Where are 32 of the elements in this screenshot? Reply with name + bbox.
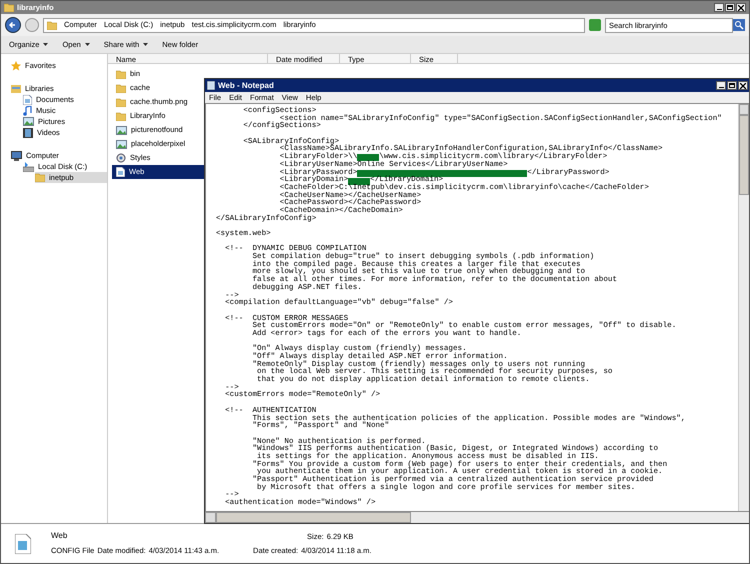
document-icon bbox=[23, 94, 32, 104]
caret-icon bbox=[143, 43, 148, 46]
maximize-button[interactable] bbox=[727, 81, 737, 90]
picture-icon bbox=[23, 117, 34, 126]
computer-icon bbox=[11, 150, 22, 160]
folder-icon bbox=[47, 20, 57, 30]
picture-icon bbox=[116, 126, 127, 134]
vertical-scrollbar[interactable] bbox=[738, 104, 749, 511]
close-button[interactable] bbox=[738, 81, 748, 90]
close-button[interactable] bbox=[736, 3, 746, 12]
star-icon bbox=[11, 60, 21, 70]
folder-icon bbox=[35, 173, 45, 182]
maximize-button[interactable] bbox=[725, 3, 735, 12]
file-name: Web bbox=[51, 530, 68, 542]
document-icon bbox=[116, 167, 125, 177]
caret-icon bbox=[43, 43, 48, 46]
notepad-icon bbox=[207, 81, 215, 90]
disk-drive-icon bbox=[23, 162, 34, 172]
music-note-icon bbox=[23, 106, 32, 116]
horizontal-scrollbar[interactable] bbox=[205, 512, 749, 523]
document-icon bbox=[15, 534, 31, 554]
back-button[interactable] bbox=[5, 17, 21, 33]
library-icon bbox=[11, 84, 21, 93]
film-icon bbox=[23, 128, 33, 138]
back-arrow-icon bbox=[9, 21, 17, 29]
window-title: Web - Notepad bbox=[218, 80, 274, 92]
folder-icon bbox=[4, 3, 14, 12]
minimize-button[interactable] bbox=[714, 3, 724, 12]
search-icon bbox=[733, 19, 745, 31]
picture-icon bbox=[116, 140, 127, 148]
minimize-button[interactable] bbox=[716, 81, 726, 90]
caret-icon bbox=[84, 43, 90, 46]
